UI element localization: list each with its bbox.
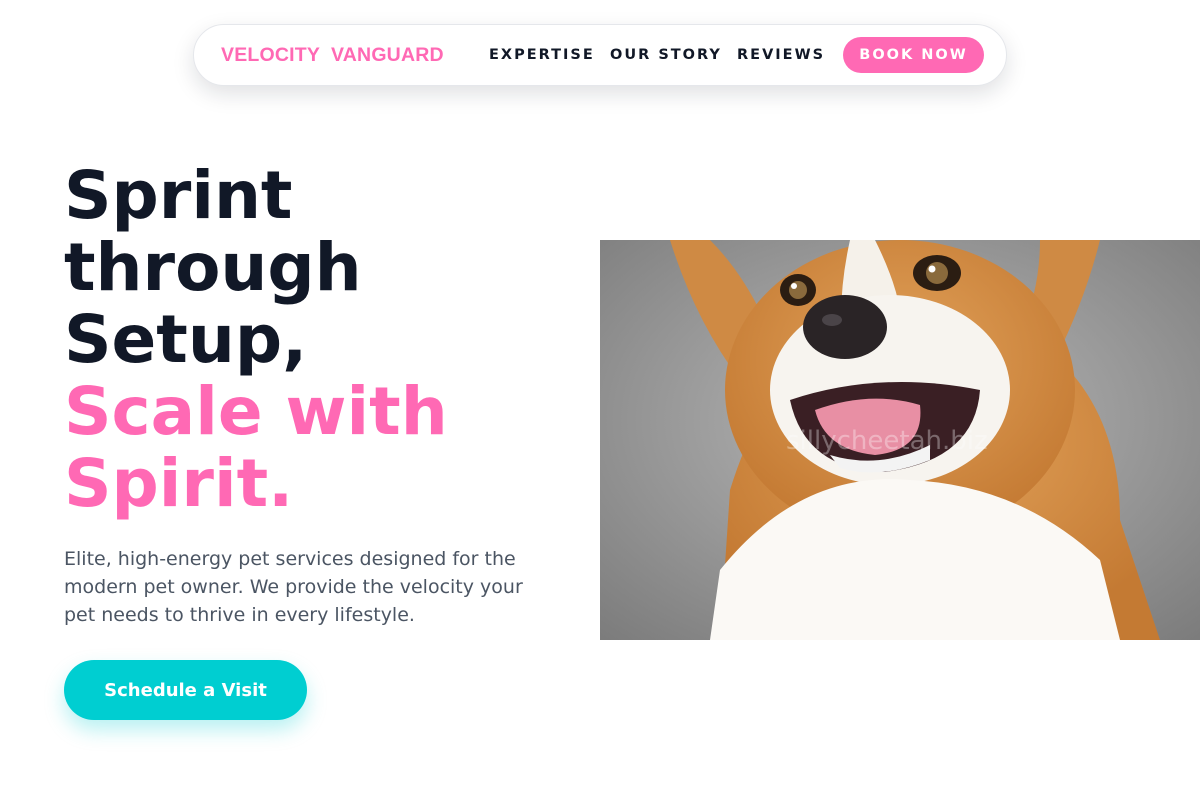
image-watermark: sillycheetah.biz: [786, 426, 988, 456]
hero-dog-photo: sillycheetah.biz: [600, 240, 1200, 640]
schedule-visit-button[interactable]: Schedule a Visit: [64, 660, 307, 720]
nav-link-expertise[interactable]: EXPERTISE: [489, 47, 595, 63]
top-navbar: VELOCITY VANGUARD EXPERTISE OUR STORY RE…: [193, 24, 1007, 86]
nav-link-our-story[interactable]: OUR STORY: [610, 47, 722, 63]
headline-line: Setup,: [64, 301, 308, 378]
headline-accent-line: Scale with: [64, 373, 448, 450]
brand-logo[interactable]: VELOCITY VANGUARD: [221, 44, 444, 67]
hero-description: Elite, high-energy pet services designed…: [64, 548, 523, 626]
nav-link-reviews[interactable]: REVIEWS: [737, 47, 825, 63]
headline-line: Sprint: [64, 157, 293, 234]
headline-accent-line: Spirit.: [64, 445, 294, 522]
headline-line: through: [64, 229, 362, 306]
hero-headline: Sprint through Setup, Scale with Spirit.: [64, 160, 584, 520]
book-now-button[interactable]: BOOK NOW: [843, 37, 984, 73]
